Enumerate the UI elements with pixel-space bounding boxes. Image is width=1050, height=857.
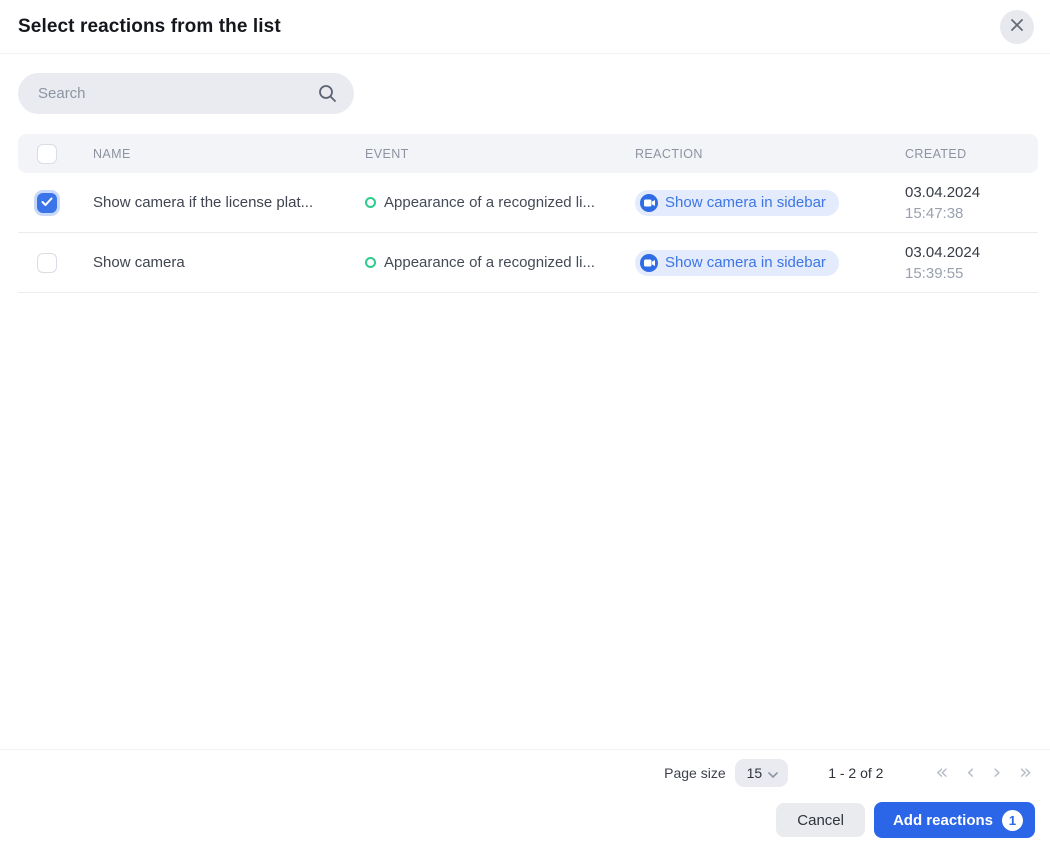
- camera-icon: [640, 253, 658, 272]
- created-cell: 03.04.2024 15:39:55: [905, 242, 1038, 284]
- column-header-created: CREATED: [905, 146, 967, 161]
- reaction-badge-label: Show camera in sidebar: [665, 254, 826, 271]
- reaction-event: Appearance of a recognized li...: [365, 194, 635, 211]
- reaction-cell: Show camera in sidebar: [635, 189, 905, 216]
- reactions-table: NAME EVENT REACTION CREATED Show camera …: [18, 134, 1038, 293]
- event-status-icon: [365, 197, 376, 208]
- pagination-arrows: « ‹ › »: [931, 762, 1036, 783]
- reaction-badge: Show camera in sidebar: [635, 189, 839, 216]
- last-page-button[interactable]: »: [1015, 762, 1036, 783]
- first-page-button[interactable]: «: [931, 762, 952, 783]
- reaction-badge: Show camera in sidebar: [635, 249, 839, 276]
- event-label: Appearance of a recognized li...: [384, 194, 595, 211]
- selected-count-badge: 1: [1002, 809, 1023, 831]
- checkmark-icon: [41, 194, 53, 212]
- event-label: Appearance of a recognized li...: [384, 254, 595, 271]
- reaction-name: Show camera: [93, 254, 185, 271]
- row-checkbox[interactable]: [37, 192, 57, 213]
- reaction-name: Show camera if the license plat...: [93, 194, 314, 211]
- chevron-down-icon: [768, 765, 779, 781]
- reaction-cell: Show camera in sidebar: [635, 249, 905, 276]
- event-status-icon: [365, 257, 376, 268]
- search-icon: [318, 84, 337, 103]
- close-button[interactable]: [1000, 9, 1034, 44]
- prev-page-button[interactable]: ‹: [962, 762, 978, 783]
- modal-footer: Cancel Add reactions 1: [0, 795, 1050, 857]
- created-date: 03.04.2024: [905, 183, 981, 201]
- add-reactions-button[interactable]: Add reactions 1: [873, 802, 1035, 838]
- add-reactions-label: Add reactions: [892, 811, 993, 829]
- reaction-badge-label: Show camera in sidebar: [665, 194, 826, 211]
- reaction-event: Appearance of a recognized li...: [365, 254, 635, 271]
- created-date: 03.04.2024: [905, 243, 981, 261]
- column-header-name: NAME: [93, 146, 131, 161]
- pagination-bar: Page size 15 1 - 2 of 2 « ‹ › »: [0, 749, 1050, 795]
- row-checkbox[interactable]: [37, 252, 57, 273]
- created-time: 15:47:38: [905, 204, 964, 222]
- close-icon: [1010, 18, 1024, 35]
- pagination-range: 1 - 2 of 2: [828, 764, 884, 781]
- created-time: 15:39:55: [905, 264, 964, 282]
- cancel-button[interactable]: Cancel: [776, 803, 865, 837]
- search-input[interactable]: [38, 85, 318, 102]
- table-header-row: NAME EVENT REACTION CREATED: [18, 134, 1038, 173]
- search-field[interactable]: [18, 73, 354, 114]
- column-header-event: EVENT: [365, 146, 409, 161]
- next-page-button[interactable]: ›: [989, 762, 1005, 783]
- table-row[interactable]: Show camera Appearance of a recognized l…: [18, 233, 1038, 293]
- page-size-value: 15: [746, 764, 763, 781]
- page-size-label: Page size: [664, 764, 726, 781]
- column-header-reaction: REACTION: [635, 146, 703, 161]
- table-row[interactable]: Show camera if the license plat... Appea…: [18, 173, 1038, 233]
- select-all-checkbox[interactable]: [37, 143, 57, 164]
- page-size-select[interactable]: 15: [734, 758, 789, 787]
- modal-header: Select reactions from the list: [0, 0, 1050, 54]
- modal-title: Select reactions from the list: [18, 15, 281, 37]
- camera-icon: [640, 193, 658, 212]
- created-cell: 03.04.2024 15:47:38: [905, 182, 1038, 224]
- select-reactions-modal: Select reactions from the list NAME EVEN…: [0, 0, 1050, 857]
